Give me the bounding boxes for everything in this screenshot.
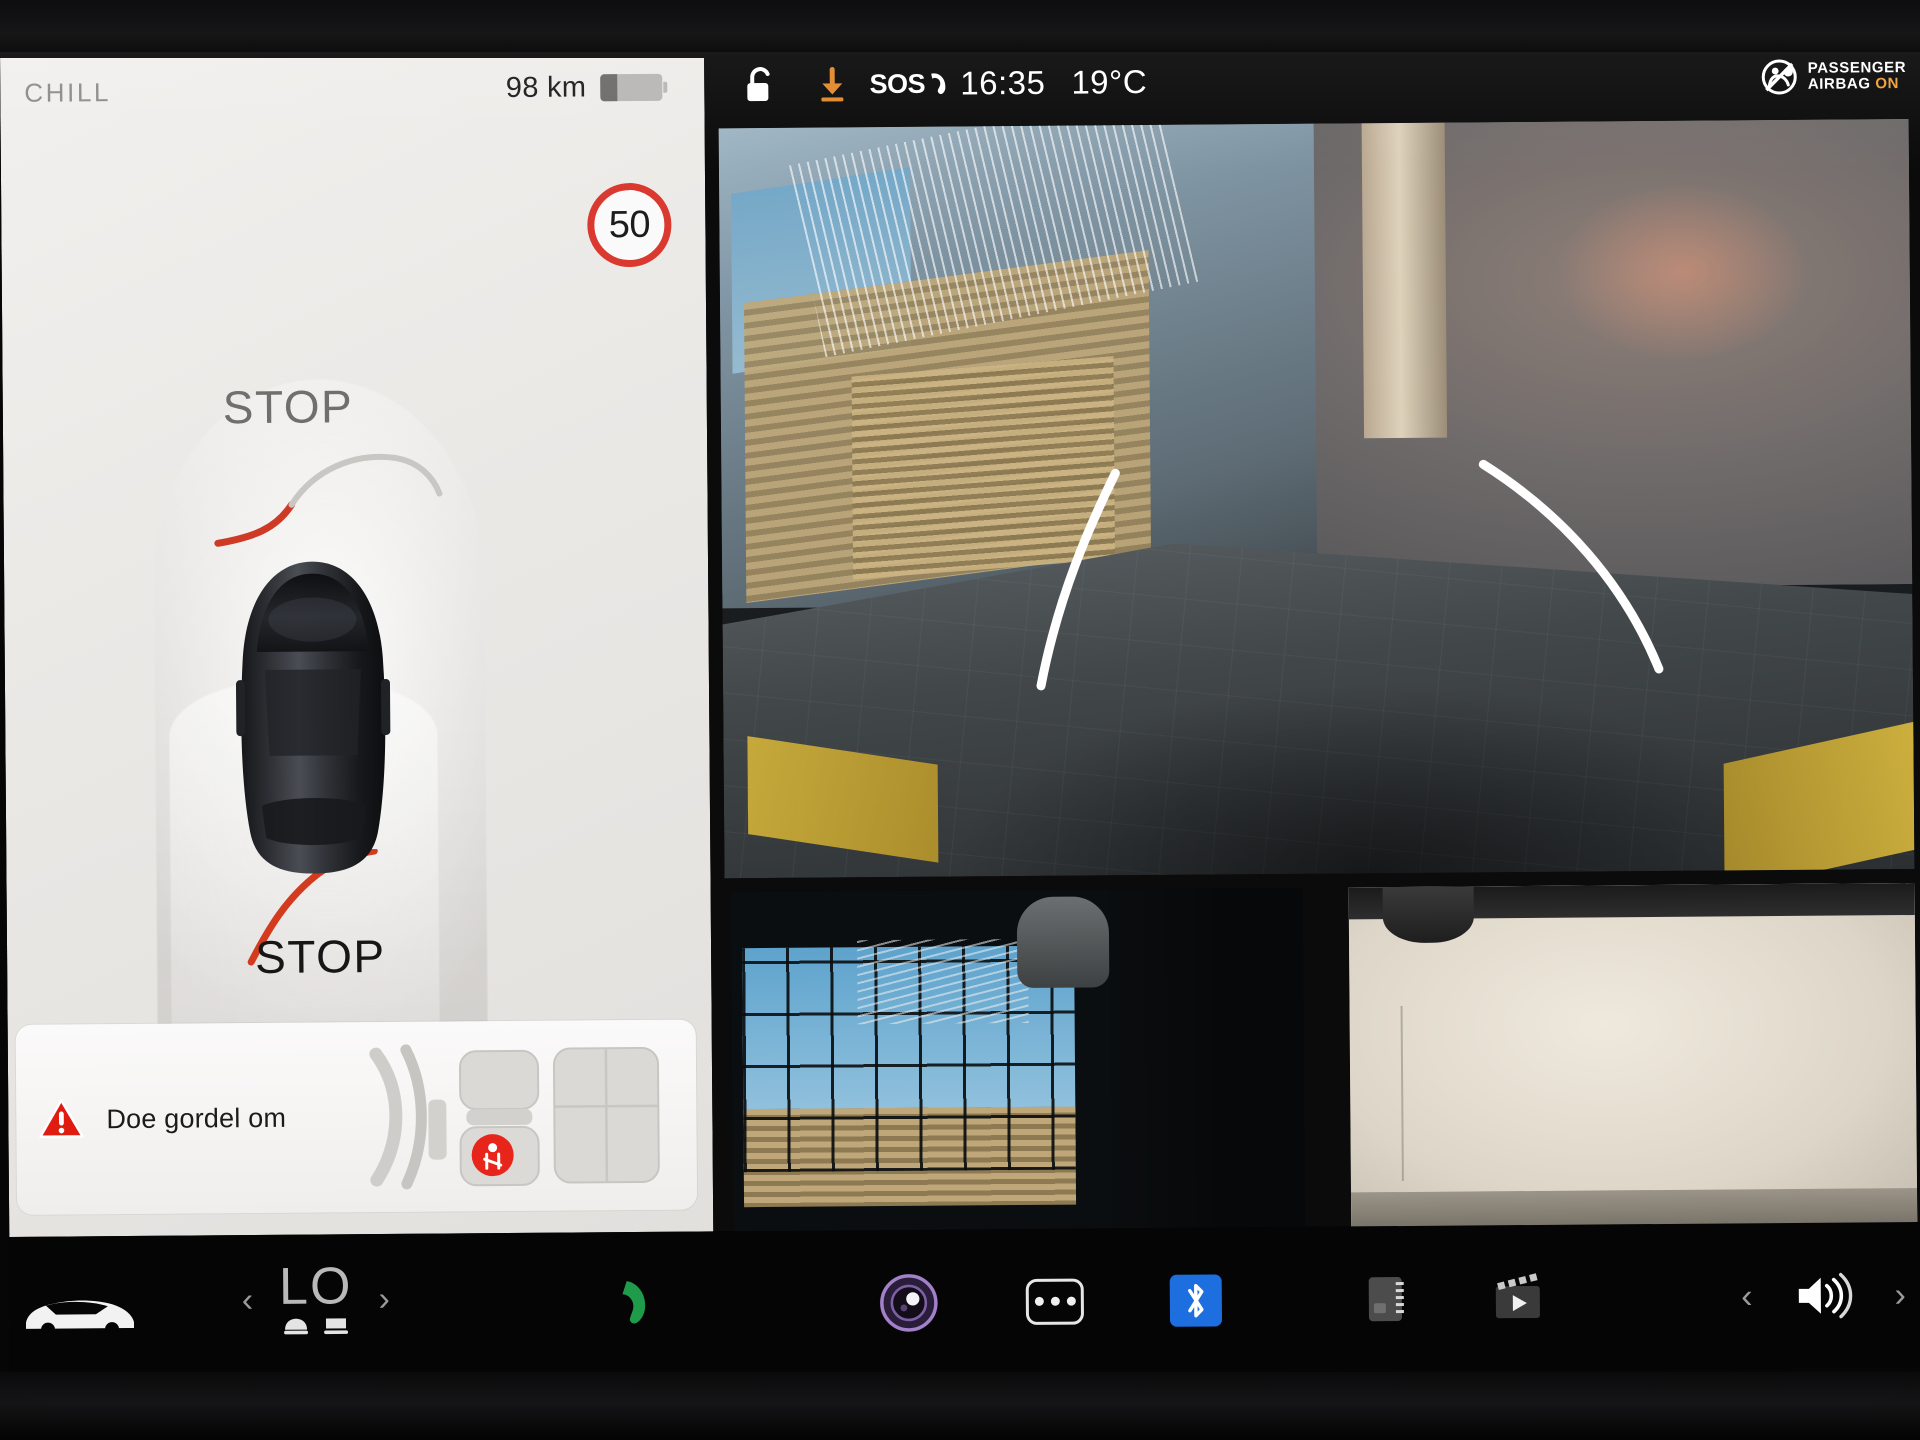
speed-limit-value: 50 (608, 203, 651, 246)
rear-stop-warning: STOP (254, 930, 386, 984)
left-repeater-camera-view[interactable] (730, 887, 1306, 1243)
battery-icon (600, 73, 663, 102)
rear-backup-camera-view[interactable] (718, 119, 1915, 879)
airbag-status-text: PASSENGER AIRBAG ON (1807, 59, 1907, 93)
front-seat-heater-icon[interactable] (281, 1316, 311, 1336)
chevron-right-icon[interactable]: › (378, 1280, 390, 1318)
bottom-toolbar: ‹ LO › ‹ › (9, 1221, 1920, 1382)
seat-layout-diagram (369, 1044, 660, 1190)
screen-bezel-bottom (0, 1372, 1920, 1440)
range-value: 98 km (505, 71, 587, 105)
climate-control-left: ‹ LO › (242, 1257, 391, 1337)
right-repeater-camera-view[interactable] (1348, 882, 1918, 1238)
front-stop-warning: STOP (222, 380, 354, 434)
instrument-cluster-panel: CHILL 98 km 50 STOP STOP Doe gordel om (0, 46, 714, 1237)
drive-mode-label: CHILL (24, 77, 112, 108)
seatbelt-warning-row: Doe gordel om (38, 1097, 286, 1141)
more-options-icon[interactable] (1025, 1278, 1085, 1325)
main-camera-panel: SOS 16:35 19°C PASSENGER AIRBAG ON (703, 36, 1920, 1243)
airbag-state: ON (1875, 75, 1900, 93)
seatbelt-warning-card: Doe gordel om (15, 1019, 698, 1215)
tesla-touchscreen-photo: CHILL 98 km 50 STOP STOP Doe gordel om S… (0, 0, 1920, 1440)
seatbelt-warning-text: Doe gordel om (106, 1102, 287, 1134)
parking-guideline-overlay (1036, 459, 1664, 691)
media-card-icon[interactable] (1363, 1272, 1411, 1324)
phone-handset-icon (930, 72, 946, 94)
tesla-theater-icon[interactable] (1491, 1272, 1545, 1322)
clock-time[interactable]: 16:35 (950, 64, 1055, 103)
dashcam-lens-icon[interactable] (878, 1271, 940, 1333)
bluetooth-icon[interactable] (1169, 1273, 1223, 1327)
driver-temperature-value[interactable]: LO (279, 1257, 353, 1316)
tesla-infotainment-screen: CHILL 98 km 50 STOP STOP Doe gordel om S… (0, 36, 1920, 1382)
passenger-airbag-icon (1761, 59, 1797, 95)
outside-temperature[interactable]: 19°C (1055, 63, 1163, 102)
chevron-left-icon[interactable]: ‹ (242, 1281, 254, 1319)
vehicle-controls-icon[interactable] (20, 1284, 138, 1341)
chevron-left-icon[interactable]: ‹ (1741, 1277, 1753, 1315)
chevron-right-icon[interactable]: › (1894, 1276, 1906, 1314)
phone-call-icon[interactable] (610, 1278, 662, 1330)
volume-control-group: ‹ › (1741, 1269, 1906, 1322)
warning-triangle-icon (39, 1099, 84, 1138)
rear-seat-heater-icon[interactable] (321, 1316, 351, 1336)
toolbar-center-group (609, 1227, 1223, 1377)
seat-heater-indicators (281, 1316, 351, 1337)
airbag-line-2-prefix: AIRBAG (1807, 75, 1871, 93)
vehicle-top-down-graphic (235, 561, 391, 874)
screen-bezel-top (0, 0, 1920, 58)
front-parking-sensor-arc (214, 453, 443, 547)
volume-speaker-icon[interactable] (1792, 1269, 1854, 1321)
sos-label: SOS (869, 68, 926, 99)
range-indicator: 98 km (506, 71, 663, 105)
speed-limit-sign[interactable]: 50 (587, 182, 672, 268)
toolbar-right-group: ‹ › (1363, 1222, 1907, 1371)
